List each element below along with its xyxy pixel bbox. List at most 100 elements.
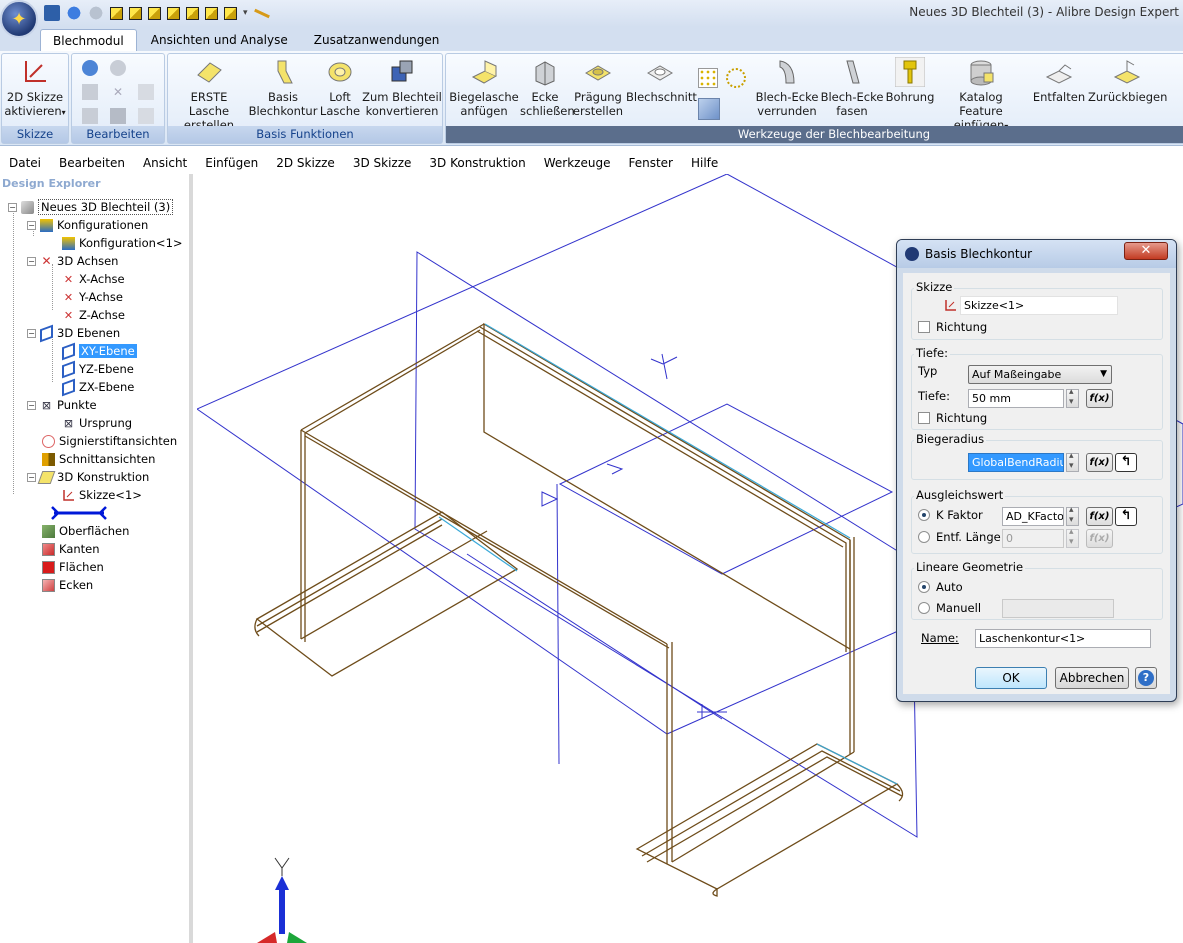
ok-button[interactable]: OK <box>975 667 1047 689</box>
manuell-input[interactable] <box>1002 599 1114 618</box>
collapse-icon[interactable]: − <box>27 400 36 410</box>
basis-blechkontur-button[interactable]: Basis Blechkontur <box>248 57 318 118</box>
menu-2d-skizze[interactable]: 2D Skizze <box>267 156 344 170</box>
redo-icon[interactable] <box>110 60 126 76</box>
ecke-schliessen-button[interactable]: Ecke schließen <box>520 57 575 118</box>
tree-item-skizze1[interactable]: Skizze<1> <box>62 486 142 504</box>
tree-item-z-achse[interactable]: ✕ Z-Achse <box>62 306 125 324</box>
tiefe-input[interactable]: 50 mm <box>968 389 1064 408</box>
kfaktor-spinner[interactable] <box>1066 505 1079 526</box>
collapse-icon[interactable]: − <box>8 202 17 212</box>
copy-icon[interactable] <box>82 84 98 100</box>
erste-lasche-button[interactable]: ERSTE Lasche erstellen <box>170 57 248 132</box>
collapse-icon[interactable]: − <box>27 256 36 266</box>
loft-lasche-button[interactable]: Loft Lasche <box>318 57 362 118</box>
biegeradius-input[interactable]: GlobalBendRadius <box>968 453 1064 472</box>
laenge-formula-button[interactable]: f(x) <box>1086 529 1113 548</box>
name-input[interactable]: Laschenkontur<1> <box>975 629 1151 648</box>
view-cube-icon[interactable] <box>129 6 142 20</box>
dialog-titlebar[interactable]: Basis Blechkontur ✕ <box>897 240 1176 268</box>
auto-radio[interactable] <box>918 581 930 593</box>
mirror-icon[interactable] <box>698 98 720 120</box>
view-cube-icon[interactable] <box>167 6 180 20</box>
menu-einfuegen[interactable]: Einfügen <box>196 156 267 170</box>
app-menu-orb[interactable]: ✦ <box>0 0 38 38</box>
delete-icon[interactable]: ✕ <box>110 84 126 100</box>
menu-hilfe[interactable]: Hilfe <box>682 156 727 170</box>
tree-item-x-achse[interactable]: ✕ X-Achse <box>62 270 125 288</box>
tiefe-spinner[interactable] <box>1066 387 1079 408</box>
tree-item-y-achse[interactable]: ✕ Y-Achse <box>62 288 123 306</box>
tree-item-3d-achsen[interactable]: − ✕ 3D Achsen <box>27 252 118 270</box>
menu-datei[interactable]: Datei <box>0 156 50 170</box>
menu-werkzeuge[interactable]: Werkzeuge <box>535 156 620 170</box>
properties-icon[interactable] <box>138 108 154 124</box>
tree-item-schnittansichten[interactable]: Schnittansichten <box>42 450 155 468</box>
tree-item-ecken[interactable]: Ecken <box>42 576 93 594</box>
menu-3d-skizze[interactable]: 3D Skizze <box>344 156 421 170</box>
measure-icon[interactable] <box>253 8 270 18</box>
collapse-icon[interactable]: − <box>27 472 36 482</box>
tree-item-yz-ebene[interactable]: YZ-Ebene <box>62 360 134 378</box>
zum-blechteil-konvertieren-button[interactable]: Zum Blechteil konvertieren <box>362 57 442 118</box>
tab-ansichten-analyse[interactable]: Ansichten und Analyse <box>139 29 300 51</box>
tab-zusatzanwendungen[interactable]: Zusatzanwendungen <box>302 29 452 51</box>
menu-bearbeiten[interactable]: Bearbeiten <box>50 156 134 170</box>
circular-pattern-icon[interactable] <box>726 68 746 88</box>
kfaktor-radio[interactable] <box>918 509 930 521</box>
collapse-icon[interactable]: − <box>27 220 36 230</box>
biegeradius-pick-button[interactable]: ↰ <box>1115 453 1137 472</box>
tiefe-richtung-checkbox[interactable] <box>918 412 930 424</box>
tree-item-punkte[interactable]: − ⊠ Punkte <box>27 396 97 414</box>
save-icon[interactable] <box>44 5 60 21</box>
zurueckbiegen-button[interactable]: Zurückbiegen <box>1088 57 1167 104</box>
view-cube-icon[interactable] <box>186 6 199 20</box>
qat-more-icon[interactable]: ▾ <box>243 8 248 18</box>
tree-item-root[interactable]: − Neues 3D Blechteil (3) <box>8 198 174 216</box>
tree-item-xy-ebene[interactable]: XY-Ebene <box>62 342 137 360</box>
manuell-radio[interactable] <box>918 602 930 614</box>
tree-item-zx-ebene[interactable]: ZX-Ebene <box>62 378 134 396</box>
tree-item-3d-konstruktion[interactable]: − 3D Konstruktion <box>27 468 149 486</box>
undo-icon[interactable] <box>82 60 98 76</box>
blechschnitt-button[interactable]: Blechschnitt <box>626 57 697 104</box>
blech-ecke-verrunden-button[interactable]: Blech-Ecke verrunden <box>754 57 820 118</box>
pattern-icon[interactable] <box>698 68 718 88</box>
laenge-spinner[interactable] <box>1066 527 1079 548</box>
blech-ecke-fasen-button[interactable]: Blech-Ecke fasen <box>820 57 884 118</box>
katalog-feature-einfuegen-button[interactable]: Katalog Feature einfügen▾ <box>938 57 1024 134</box>
paste-icon[interactable] <box>82 108 98 124</box>
typ-dropdown[interactable]: Auf Maßeingabe ▼ <box>968 365 1112 384</box>
tree-item-flaechen[interactable]: Flächen <box>42 558 104 576</box>
kfaktor-pick-button[interactable]: ↰ <box>1115 507 1137 526</box>
2d-skizze-aktivieren-button[interactable]: 2D Skizze aktivieren▾ <box>4 57 66 120</box>
menu-fenster[interactable]: Fenster <box>619 156 682 170</box>
tiefe-formula-button[interactable]: f(x) <box>1086 389 1113 408</box>
cancel-button[interactable]: Abbrechen <box>1055 667 1129 689</box>
tree-item-ursprung[interactable]: ⊠ Ursprung <box>62 414 132 432</box>
edit-icon[interactable] <box>138 84 154 100</box>
tree-item-konfigurationen[interactable]: − Konfigurationen <box>27 216 148 234</box>
part-icon[interactable] <box>110 108 126 124</box>
menu-3d-konstruktion[interactable]: 3D Konstruktion <box>420 156 534 170</box>
laenge-radio[interactable] <box>918 531 930 543</box>
tree-item-oberflaechen[interactable]: Oberflächen <box>42 522 129 540</box>
entfalten-button[interactable]: Entfalten <box>1030 57 1088 104</box>
tree-item-konfiguration1[interactable]: Konfiguration<1> <box>62 234 183 252</box>
kfaktor-formula-button[interactable]: f(x) <box>1086 507 1113 526</box>
tree-item-kanten[interactable]: Kanten <box>42 540 100 558</box>
skizze-field[interactable]: Skizze<1> <box>960 296 1118 315</box>
menu-ansicht[interactable]: Ansicht <box>134 156 196 170</box>
biegelasche-anfuegen-button[interactable]: Biegelasche anfügen <box>448 57 520 118</box>
view-cube-icon[interactable] <box>148 6 161 20</box>
tree-item-3d-ebenen[interactable]: − 3D Ebenen <box>27 324 120 342</box>
tree-item-bend-line[interactable] <box>50 504 108 522</box>
bohrung-button[interactable]: Bohrung <box>884 57 936 104</box>
tree-item-signierstiftansichten[interactable]: Signierstiftansichten <box>42 432 177 450</box>
help-button[interactable]: ? <box>1135 667 1157 689</box>
collapse-icon[interactable]: − <box>27 328 36 338</box>
laenge-input[interactable]: 0 <box>1002 529 1064 548</box>
view-cube-icon[interactable] <box>224 6 237 20</box>
kfaktor-input[interactable]: AD_KFactor <box>1002 507 1064 526</box>
praegung-erstellen-button[interactable]: Prägung erstellen <box>572 57 624 118</box>
